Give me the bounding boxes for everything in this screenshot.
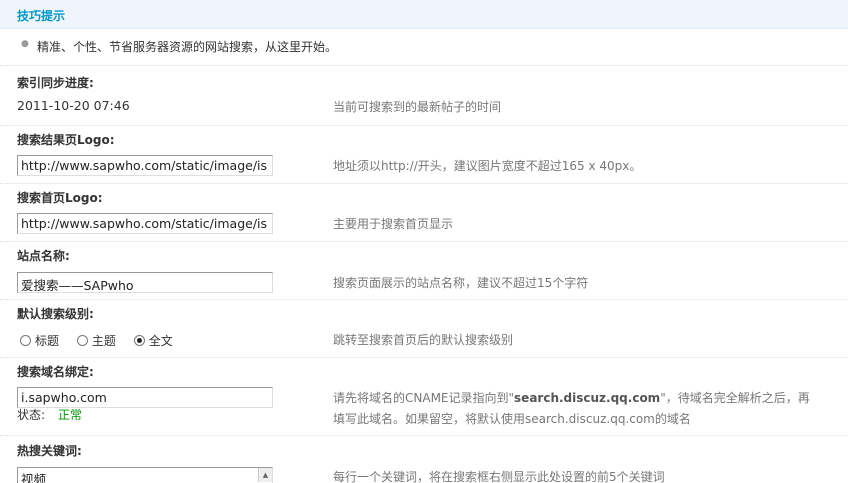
home-logo-input[interactable]: http://www.sapwho.com/static/image/is xyxy=(17,213,273,234)
hot-keywords-label: 热搜关键词: xyxy=(17,444,82,458)
search-level-hint: 跳转至搜索首页后的默认搜索级别 xyxy=(333,333,514,347)
site-name-hint: 搜索页面展示的站点名称，建议不超过15个字符 xyxy=(333,276,589,290)
domain-bind-hint-bold: search.discuz.qq.com xyxy=(514,391,661,405)
home-logo-hint: 主要用于搜索首页显示 xyxy=(333,217,454,231)
site-name-label: 站点名称: xyxy=(17,249,70,263)
radio-fulltext-dot[interactable] xyxy=(133,335,145,346)
hot-keywords-value: 视频 xyxy=(21,472,47,483)
index-sync-value: 2011-10-20 07:46 xyxy=(17,98,130,113)
tips-item-text: 精准、个性、节省服务器资源的网站搜索，从这里开始。 xyxy=(37,40,338,54)
index-sync-hint: 当前可搜索到的最新帖子的时间 xyxy=(333,100,502,114)
tips-item: ● 精准、个性、节省服务器资源的网站搜索，从这里开始。 xyxy=(0,30,848,66)
radio-title-dot[interactable] xyxy=(20,335,31,346)
domain-bind-hint-line2: 填写此域名。如果留空，将默认使用search.discuz.qq.com的域名 xyxy=(333,412,691,426)
index-sync-label: 索引同步进度: xyxy=(17,76,94,90)
domain-bind-hint: 请先将域名的CNAME记录指向到"search.discuz.qq.com"，待… xyxy=(333,388,810,430)
radio-title[interactable]: 标题 xyxy=(20,332,59,349)
radio-fulltext[interactable]: 全文 xyxy=(133,332,173,349)
home-logo-row: http://www.sapwho.com/static/image/is 主要… xyxy=(0,210,848,242)
result-logo-label: 搜索结果页Logo: xyxy=(17,133,115,147)
site-name-row: 爱搜索——SAPwho 搜索页面展示的站点名称，建议不超过15个字符 xyxy=(0,268,848,300)
tips-title: 技巧提示 xyxy=(17,9,66,23)
hot-keywords-hint: 每行一个关键词，将在搜索框右侧显示此处设置的前5个关键词 xyxy=(333,470,665,483)
scroll-up-icon[interactable]: ▲ xyxy=(258,468,272,482)
bullet-icon: ● xyxy=(21,39,29,49)
radio-subject[interactable]: 主题 xyxy=(76,332,116,349)
domain-bind-label: 搜索域名绑定: xyxy=(17,365,94,379)
domain-bind-hint-part2: "，待域名完全解析之后，再 xyxy=(660,391,810,405)
domain-bind-input[interactable]: i.sapwho.com xyxy=(17,387,273,408)
radio-fulltext-label: 全文 xyxy=(148,334,173,348)
site-name-input[interactable]: 爱搜索——SAPwho xyxy=(17,272,273,293)
search-level-label: 默认搜索级别: xyxy=(17,307,94,321)
result-logo-input[interactable]: http://www.sapwho.com/static/image/is xyxy=(17,155,273,176)
radio-subject-label: 主题 xyxy=(91,334,116,348)
domain-status-value: 正常 xyxy=(58,408,83,422)
domain-status-label: 状态: xyxy=(17,408,46,422)
result-logo-hint: 地址须以http://开头，建议图片宽度不超过165 x 40px。 xyxy=(333,159,642,173)
tips-header: 技巧提示 xyxy=(0,0,848,29)
home-logo-label: 搜索首页Logo: xyxy=(17,191,103,205)
result-logo-row: http://www.sapwho.com/static/image/is 地址… xyxy=(0,152,848,184)
search-level-radio-group: 标题 主题 全文 xyxy=(20,332,187,349)
radio-title-label: 标题 xyxy=(35,334,60,348)
domain-bind-hint-part1: 请先将域名的CNAME记录指向到" xyxy=(333,391,515,405)
hot-keywords-textarea[interactable]: 视频 ▲ xyxy=(17,467,273,483)
domain-bind-row: i.sapwho.com 请先将域名的CNAME记录指向到"search.dis… xyxy=(0,384,848,436)
radio-subject-dot[interactable] xyxy=(76,335,88,346)
index-sync-row: 2011-10-20 07:46 当前可搜索到的最新帖子的时间 xyxy=(0,94,848,126)
